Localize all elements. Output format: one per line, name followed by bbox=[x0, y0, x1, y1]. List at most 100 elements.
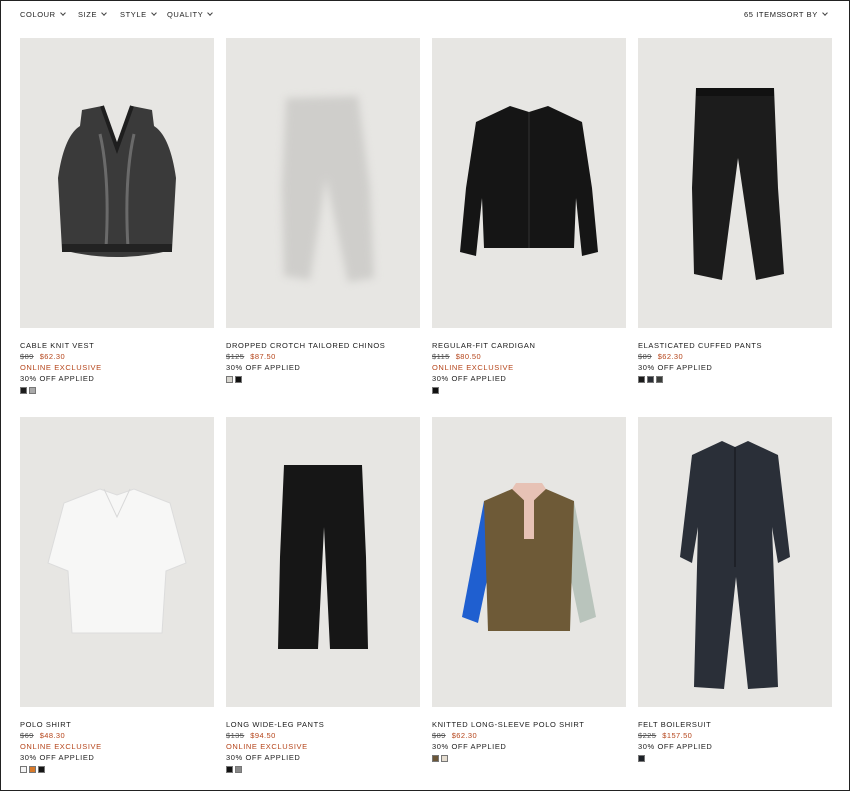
product-card: KNITTED LONG-SLEEVE POLO SHIRT $89 $62.30… bbox=[432, 417, 626, 762]
sort-by-label: SORT BY bbox=[781, 10, 818, 19]
color-swatches bbox=[432, 755, 626, 762]
filter-quality-label: QUALITY bbox=[167, 10, 204, 19]
color-swatch[interactable] bbox=[656, 376, 663, 383]
colorblock-polo-image bbox=[462, 483, 596, 631]
color-swatch[interactable] bbox=[20, 387, 27, 394]
color-swatch[interactable] bbox=[29, 766, 36, 773]
product-name[interactable]: POLO SHIRT bbox=[20, 719, 214, 730]
product-card: FELT BOILERSUIT $225 $157.50 30% OFF APPL… bbox=[638, 417, 832, 762]
discount-label: 30% OFF APPLIED bbox=[638, 363, 713, 372]
discount-label: 30% OFF APPLIED bbox=[20, 753, 95, 762]
product-price: $135 $94.50 bbox=[226, 730, 420, 741]
sale-price: $157.50 bbox=[662, 731, 693, 740]
product-price: $69 $48.30 bbox=[20, 730, 214, 741]
vest-image bbox=[58, 105, 176, 257]
color-swatches bbox=[20, 766, 214, 773]
chevron-down-icon bbox=[822, 10, 828, 16]
items-count: 65 ITEMS bbox=[744, 10, 783, 19]
product-card: LONG WIDE-LEG PANTS $135 $94.50 ONLINE EX… bbox=[226, 417, 420, 773]
product-image[interactable] bbox=[432, 417, 626, 707]
cuffed-pants-image bbox=[692, 88, 784, 280]
discount-label: 30% OFF APPLIED bbox=[226, 753, 301, 762]
original-price: $225 bbox=[638, 731, 657, 740]
color-swatch[interactable] bbox=[638, 376, 645, 383]
product-price: $89 $62.30 bbox=[432, 730, 626, 741]
color-swatch[interactable] bbox=[441, 755, 448, 762]
chevron-down-icon bbox=[207, 10, 214, 16]
product-image[interactable] bbox=[638, 38, 832, 328]
cardigan-image bbox=[460, 106, 598, 256]
color-swatch[interactable] bbox=[226, 766, 233, 773]
original-price: $89 bbox=[20, 352, 34, 361]
chevron-down-icon bbox=[59, 10, 66, 16]
online-exclusive-badge: ONLINE EXCLUSIVE bbox=[226, 742, 308, 751]
chevron-down-icon bbox=[150, 10, 157, 16]
color-swatch[interactable] bbox=[20, 766, 27, 773]
color-swatch[interactable] bbox=[38, 766, 45, 773]
sale-price: $94.50 bbox=[250, 731, 276, 740]
chevron-down-icon bbox=[101, 10, 107, 16]
boilersuit-image bbox=[680, 441, 790, 689]
filter-size[interactable]: SIZE bbox=[78, 10, 107, 19]
color-swatches bbox=[638, 755, 832, 762]
filter-size-label: SIZE bbox=[78, 10, 98, 19]
product-price: $89 $62.30 bbox=[638, 351, 832, 362]
sale-price: $62.30 bbox=[39, 352, 66, 361]
product-price: $125 $87.50 bbox=[226, 351, 420, 362]
sale-price: $48.30 bbox=[39, 731, 66, 740]
color-swatches bbox=[226, 376, 420, 383]
product-image[interactable] bbox=[638, 417, 832, 707]
original-price: $89 bbox=[638, 352, 652, 361]
color-swatch[interactable] bbox=[647, 376, 654, 383]
discount-label: 30% OFF APPLIED bbox=[226, 363, 301, 372]
filter-colour-label: COLOUR bbox=[20, 10, 56, 19]
online-exclusive-badge: ONLINE EXCLUSIVE bbox=[20, 363, 102, 372]
product-image[interactable] bbox=[20, 417, 214, 707]
color-swatch[interactable] bbox=[432, 387, 439, 394]
color-swatch[interactable] bbox=[235, 766, 242, 773]
color-swatch[interactable] bbox=[29, 387, 36, 394]
product-card: ELASTICATED CUFFED PANTS $89 $62.30 30% O… bbox=[638, 38, 832, 383]
product-name[interactable]: REGULAR-FIT CARDIGAN bbox=[432, 340, 626, 351]
original-price: $69 bbox=[20, 731, 34, 740]
original-price: $115 bbox=[432, 352, 450, 361]
wide-leg-pants-image bbox=[278, 465, 368, 649]
color-swatches bbox=[226, 766, 420, 773]
filter-style-label: STYLE bbox=[120, 10, 147, 19]
original-price: $125 bbox=[226, 352, 245, 361]
discount-label: 30% OFF APPLIED bbox=[20, 374, 95, 383]
product-price: $115 $80.50 bbox=[432, 351, 626, 362]
product-name[interactable]: ELASTICATED CUFFED PANTS bbox=[638, 340, 832, 351]
color-swatch[interactable] bbox=[638, 755, 645, 762]
product-card: POLO SHIRT $69 $48.30 ONLINE EXCLUSIVE 30… bbox=[20, 417, 214, 773]
filter-toolbar: COLOUR SIZE STYLE QUALITY 65 ITEMS SORT … bbox=[0, 0, 850, 30]
color-swatches bbox=[638, 376, 832, 383]
color-swatches bbox=[432, 387, 626, 394]
product-name[interactable]: DROPPED CROTCH TAILORED CHINOS bbox=[226, 340, 420, 351]
discount-label: 30% OFF APPLIED bbox=[432, 374, 507, 383]
product-name[interactable]: FELT BOILERSUIT bbox=[638, 719, 832, 730]
filter-colour[interactable]: COLOUR bbox=[20, 10, 66, 19]
color-swatches bbox=[20, 387, 214, 394]
product-image[interactable] bbox=[226, 417, 420, 707]
filter-quality[interactable]: QUALITY bbox=[167, 10, 214, 19]
product-card: DROPPED CROTCH TAILORED CHINOS $125 $87.5… bbox=[226, 38, 420, 383]
filter-style[interactable]: STYLE bbox=[120, 10, 157, 19]
product-image[interactable] bbox=[226, 38, 420, 328]
product-name[interactable]: CABLE KNIT VEST bbox=[20, 340, 214, 351]
color-swatch[interactable] bbox=[226, 376, 233, 383]
product-name[interactable]: LONG WIDE-LEG PANTS bbox=[226, 719, 420, 730]
original-price: $135 bbox=[226, 731, 245, 740]
original-price: $89 bbox=[432, 731, 446, 740]
color-swatch[interactable] bbox=[235, 376, 242, 383]
discount-label: 30% OFF APPLIED bbox=[432, 742, 507, 751]
product-name[interactable]: KNITTED LONG-SLEEVE POLO SHIRT bbox=[432, 719, 626, 730]
product-image[interactable] bbox=[432, 38, 626, 328]
sort-by-dropdown[interactable]: SORT BY bbox=[781, 10, 828, 19]
sale-price: $80.50 bbox=[455, 352, 482, 361]
chinos-image bbox=[282, 96, 374, 282]
color-swatch[interactable] bbox=[432, 755, 439, 762]
product-price: $89 $62.30 bbox=[20, 351, 214, 362]
sale-price: $62.30 bbox=[657, 352, 684, 361]
product-image[interactable] bbox=[20, 38, 214, 328]
